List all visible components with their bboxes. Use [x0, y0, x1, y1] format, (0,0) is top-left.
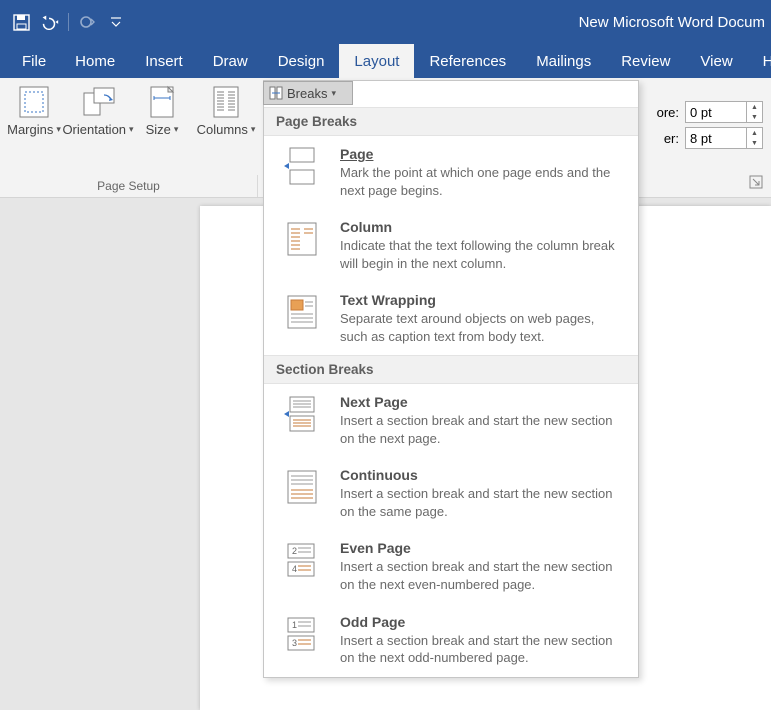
breaks-item-title: Continuous — [340, 467, 624, 483]
breaks-item-text-wrapping[interactable]: Text Wrapping Separate text around objec… — [264, 282, 638, 355]
tab-view[interactable]: View — [685, 44, 747, 78]
tab-references[interactable]: References — [414, 44, 521, 78]
tab-design[interactable]: Design — [263, 44, 340, 78]
column-break-icon — [282, 219, 322, 259]
size-button[interactable]: Size▾ — [134, 82, 190, 137]
breaks-button[interactable]: Breaks ▾ — [263, 81, 353, 105]
breaks-item-next-page[interactable]: Next Page Insert a section break and sta… — [264, 384, 638, 457]
odd-page-break-icon: 13 — [282, 614, 322, 654]
orientation-icon — [81, 84, 115, 120]
breaks-item-column[interactable]: Column Indicate that the text following … — [264, 209, 638, 282]
breaks-section-header-page: Page Breaks — [264, 107, 638, 136]
text-wrapping-break-icon — [282, 292, 322, 332]
spin-down-icon[interactable]: ▼ — [747, 112, 762, 122]
margins-label: Margins — [7, 122, 53, 137]
document-title: New Microsoft Word Docum — [579, 14, 771, 31]
breaks-item-title: Next Page — [340, 394, 624, 410]
chevron-down-icon: ▾ — [331, 88, 336, 99]
breaks-icon — [269, 86, 283, 100]
tab-draw[interactable]: Draw — [198, 44, 263, 78]
redo-icon[interactable] — [77, 11, 99, 33]
spacing-before-label: ore: — [657, 105, 679, 120]
spin-up-icon[interactable]: ▲ — [747, 128, 762, 138]
breaks-item-odd-page[interactable]: 13 Odd Page Insert a section break and s… — [264, 604, 638, 677]
tab-home[interactable]: Home — [60, 44, 130, 78]
ribbon-tabs: File Home Insert Draw Design Layout Refe… — [0, 44, 771, 78]
quick-access-toolbar — [0, 11, 127, 33]
breaks-item-even-page[interactable]: 24 Even Page Insert a section break and … — [264, 530, 638, 603]
breaks-item-desc: Insert a section break and start the new… — [340, 485, 624, 520]
breaks-item-desc: Insert a section break and start the new… — [340, 632, 624, 667]
breaks-dropdown: Page Breaks Page Mark the point at which… — [263, 80, 639, 678]
svg-text:2: 2 — [292, 546, 297, 556]
size-label: Size — [146, 122, 171, 137]
breaks-item-title: Even Page — [340, 540, 624, 556]
tab-file[interactable]: File — [8, 44, 60, 78]
svg-text:3: 3 — [292, 638, 297, 648]
qat-separator — [68, 13, 69, 31]
tab-insert[interactable]: Insert — [130, 44, 198, 78]
orientation-label: Orientation — [62, 122, 126, 137]
columns-icon — [209, 84, 243, 120]
breaks-item-desc: Separate text around objects on web page… — [340, 310, 624, 345]
group-page-setup: Margins▾ Orientation▾ Size▾ Columns▾ — [0, 78, 268, 197]
spacing-before-spinner[interactable]: ▲▼ — [685, 101, 763, 123]
svg-text:1: 1 — [292, 620, 297, 630]
qat-customize-icon[interactable] — [105, 11, 127, 33]
save-icon[interactable] — [10, 11, 32, 33]
document-area: Page Breaks Page Mark the point at which… — [0, 198, 771, 702]
page-setup-group-label: Page Setup — [0, 175, 258, 197]
chevron-down-icon: ▾ — [174, 124, 179, 135]
breaks-label: Breaks — [287, 86, 327, 101]
tab-review[interactable]: Review — [606, 44, 685, 78]
orientation-button[interactable]: Orientation▾ — [62, 82, 134, 137]
columns-button[interactable]: Columns▾ — [190, 82, 262, 137]
spacing-before-input[interactable] — [686, 102, 746, 122]
svg-text:4: 4 — [292, 564, 297, 574]
breaks-item-page[interactable]: Page Mark the point at which one page en… — [264, 136, 638, 209]
tab-layout[interactable]: Layout — [339, 44, 414, 78]
page-break-icon — [282, 146, 322, 186]
spacing-after-spinner[interactable]: ▲▼ — [685, 127, 763, 149]
chevron-down-icon: ▾ — [56, 124, 61, 135]
spacing-after-input[interactable] — [686, 128, 746, 148]
margins-button[interactable]: Margins▾ — [6, 82, 62, 137]
size-icon — [145, 84, 179, 120]
title-bar: New Microsoft Word Docum — [0, 0, 771, 44]
dialog-launcher-icon[interactable] — [749, 175, 765, 191]
spin-up-icon[interactable]: ▲ — [747, 102, 762, 112]
spin-down-icon[interactable]: ▼ — [747, 138, 762, 148]
undo-icon[interactable] — [38, 11, 60, 33]
chevron-down-icon: ▾ — [251, 124, 256, 135]
breaks-item-desc: Indicate that the text following the col… — [340, 237, 624, 272]
even-page-break-icon: 24 — [282, 540, 322, 580]
tab-help[interactable]: Help — [748, 44, 771, 78]
breaks-item-desc: Insert a section break and start the new… — [340, 412, 624, 447]
breaks-item-desc: Insert a section break and start the new… — [340, 558, 624, 593]
breaks-item-title: Page — [340, 146, 373, 162]
chevron-down-icon: ▾ — [129, 124, 134, 135]
breaks-item-continuous[interactable]: Continuous Insert a section break and st… — [264, 457, 638, 530]
next-page-break-icon — [282, 394, 322, 434]
breaks-item-desc: Mark the point at which one page ends an… — [340, 164, 624, 199]
tab-mailings[interactable]: Mailings — [521, 44, 606, 78]
breaks-item-title: Text Wrapping — [340, 292, 624, 308]
margins-icon — [17, 84, 51, 120]
continuous-break-icon — [282, 467, 322, 507]
breaks-item-title: Column — [340, 219, 624, 235]
breaks-section-header-section: Section Breaks — [264, 355, 638, 384]
breaks-item-title: Odd Page — [340, 614, 624, 630]
spacing-after-label: er: — [664, 131, 679, 146]
columns-label: Columns — [197, 122, 248, 137]
